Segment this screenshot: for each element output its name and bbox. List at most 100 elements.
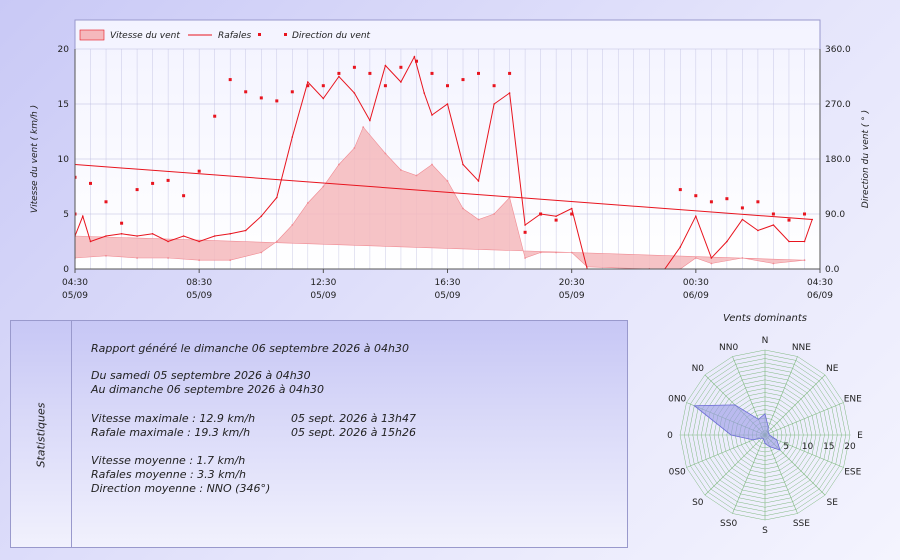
gust-point (291, 136, 294, 138)
direction-point (290, 90, 294, 94)
speed-point (555, 251, 557, 254)
direction-point (570, 212, 574, 216)
speed-point (400, 169, 402, 171)
direction-point (135, 188, 139, 192)
gust-point (695, 215, 697, 217)
speed-point (694, 257, 697, 259)
gust-point (726, 240, 728, 243)
speed-point (275, 240, 278, 243)
gust-point (757, 229, 759, 232)
avg-direction: Direction moyenne : NNO (346°) (91, 482, 271, 495)
gust-point (136, 235, 138, 237)
gust-point (338, 75, 340, 78)
y-tick-left: 5 (63, 210, 69, 220)
legend-speed-label: Vitesse du vent (110, 31, 180, 41)
speed-point (772, 262, 775, 265)
avg-gust: Rafales moyenne : 3.3 km/h (91, 468, 246, 481)
gust-point (384, 64, 387, 67)
max-gust-date: 05 sept. 2026 à 15h26 (291, 426, 416, 439)
gust-point (446, 103, 449, 105)
x-tick-time: 20:30 (559, 278, 585, 288)
y-tick-left: 0 (63, 265, 69, 275)
direction-point (709, 200, 713, 204)
legend: Vitesse du vent Rafales Direction du ven… (79, 29, 371, 41)
gust-point (105, 235, 107, 237)
rose-spoke (764, 374, 826, 436)
legend-direction-label: Direction du vent (292, 31, 371, 41)
direction-point (197, 169, 201, 173)
rose-direction-label: S (762, 526, 768, 536)
speed-point (362, 126, 365, 128)
speed-point (105, 254, 107, 257)
speed-point (136, 257, 139, 259)
gust-point (198, 240, 200, 243)
report-generated: Rapport généré le dimanche 06 septembre … (91, 342, 409, 355)
max-speed: Vitesse maximale : 12.9 km/h (91, 412, 256, 425)
direction-point (740, 206, 744, 210)
direction-point (803, 212, 806, 216)
max-speed-date: 05 sept. 2026 à 13h47 (291, 412, 416, 425)
x-tick-time: 12:30 (310, 278, 336, 288)
rose-direction-label: N0 (692, 364, 705, 374)
speed-point (229, 259, 232, 262)
direction-point (275, 99, 279, 103)
gust-point (772, 224, 775, 226)
x-tick-date: 05/09 (62, 291, 88, 301)
rose-direction-label: SSE (793, 519, 810, 529)
y-tick-right: 180.0 (825, 155, 851, 165)
gust-point (811, 218, 813, 221)
rose-spoke (764, 402, 844, 436)
direction-point (368, 71, 372, 75)
x-tick-date: 06/09 (807, 291, 833, 301)
direction-point (399, 65, 403, 69)
rose-ring-label: 20 (844, 442, 856, 452)
gust-point (276, 196, 278, 199)
direction-point (756, 200, 760, 204)
direction-point (228, 78, 232, 82)
speed-point (415, 174, 418, 177)
direction-point (306, 84, 310, 88)
direction-point (166, 178, 170, 182)
rose-direction-label: 0S0 (669, 467, 686, 477)
speed-point (539, 251, 542, 254)
speed-point (198, 259, 201, 262)
x-tick-date: 05/09 (186, 291, 212, 301)
speed-point (338, 163, 340, 166)
gust-point (803, 240, 806, 243)
direction-point (539, 212, 543, 216)
y-tick-right: 0.0 (825, 265, 840, 275)
rose-direction-label: 0N0 (668, 395, 686, 405)
x-tick-time: 04:30 (807, 278, 833, 288)
speed-point (446, 180, 449, 182)
gust-point (244, 229, 247, 232)
rose-direction-label: ENE (844, 395, 862, 405)
direction-point (787, 218, 791, 222)
statistics-title: Statistiques (34, 402, 48, 468)
rose-direction-label: NNE (792, 343, 811, 353)
speed-point (384, 152, 387, 155)
direction-point (446, 84, 449, 88)
x-tick-date: 05/09 (435, 291, 461, 301)
direction-point (508, 71, 512, 75)
gust-point (788, 240, 790, 243)
gust-point (555, 215, 557, 217)
direction-point (352, 65, 356, 69)
direction-point (383, 84, 387, 88)
direction-point (120, 221, 124, 225)
direction-point (461, 78, 465, 82)
rose-direction-label: 0 (667, 431, 673, 441)
x-tick-time: 16:30 (435, 278, 461, 288)
speed-point (167, 257, 170, 259)
direction-point (337, 71, 341, 75)
x-tick-time: 00:30 (683, 278, 709, 288)
speed-point (260, 251, 263, 254)
y-axis-right-title: Direction du vent ( ° ) (861, 110, 871, 208)
wind-rose: Vents dominants N NNE NE ENE E ESE SE SSE S SS0 S0… (667, 313, 863, 536)
direction-point (430, 71, 434, 75)
speed-point (477, 218, 480, 221)
gust-point (369, 119, 371, 122)
gust-point (182, 235, 185, 237)
gust-point (431, 114, 433, 116)
speed-point (524, 257, 526, 259)
speed-point (353, 147, 356, 149)
